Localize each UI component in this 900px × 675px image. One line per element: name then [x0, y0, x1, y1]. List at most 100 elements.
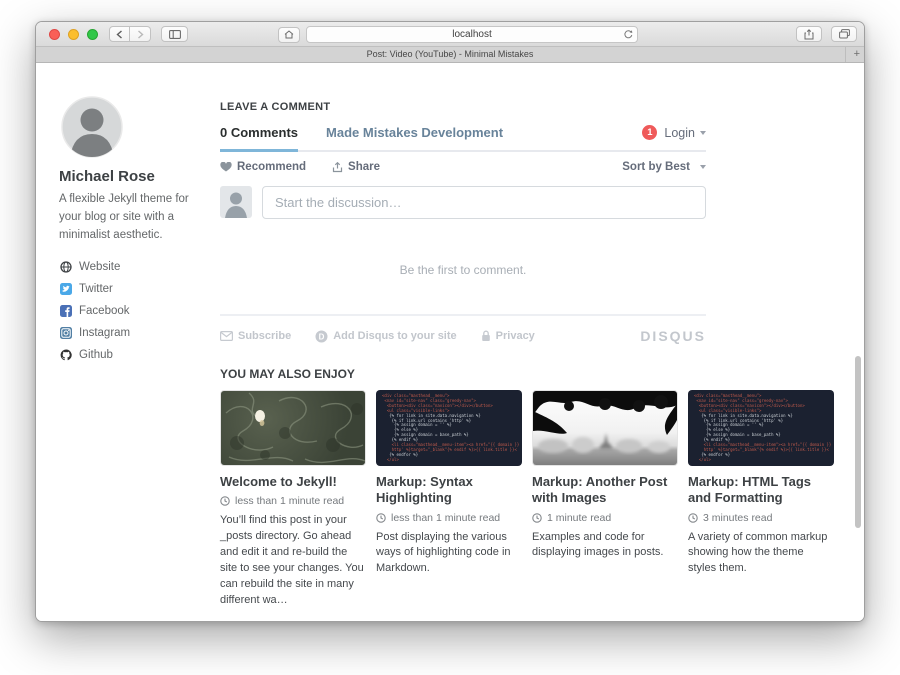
- share-arrow-icon: [332, 162, 343, 173]
- recommend-button[interactable]: Recommend: [220, 161, 306, 173]
- share-button[interactable]: [796, 26, 822, 42]
- chevron-left-icon: [116, 30, 123, 39]
- comments-section: LEAVE A COMMENT 0 Comments Made Mistakes…: [220, 101, 706, 344]
- globe-icon: [59, 260, 72, 273]
- zoom-window-button[interactable]: [87, 29, 98, 40]
- privacy-label: Privacy: [496, 330, 535, 342]
- share-thread-button[interactable]: Share: [332, 161, 380, 173]
- page-scrollbar[interactable]: [855, 356, 861, 528]
- link-label: Instagram: [79, 327, 130, 339]
- sidebar-link-twitter[interactable]: Twitter: [59, 282, 201, 295]
- sidebar-toggle-button[interactable]: [161, 26, 188, 42]
- disqus-footer: Subscribe D Add Disqus to your site Priv…: [220, 314, 706, 344]
- post-excerpt: Post displaying the various ways of high…: [376, 530, 522, 578]
- post-excerpt: You’ll find this post in your _posts dir…: [220, 513, 366, 609]
- lock-icon: [481, 330, 491, 342]
- post-teaser-image: [220, 390, 366, 466]
- recommend-label: Recommend: [237, 161, 306, 173]
- browser-titlebar: localhost: [36, 22, 864, 47]
- share-label: Share: [348, 161, 380, 173]
- link-label: Github: [79, 349, 113, 361]
- reload-button[interactable]: [623, 29, 633, 40]
- active-tab[interactable]: Post: Video (YouTube) - Minimal Mistakes: [367, 49, 534, 59]
- author-avatar: [61, 96, 123, 158]
- clock-icon: [376, 513, 386, 523]
- sort-label: Sort by Best: [622, 161, 690, 173]
- author-profile: Michael Rose A flexible Jekyll theme for…: [59, 96, 201, 370]
- tab-community[interactable]: Made Mistakes Development: [326, 125, 503, 140]
- comment-input[interactable]: [262, 186, 706, 219]
- privacy-button[interactable]: Privacy: [481, 330, 535, 342]
- home-icon: [284, 30, 294, 39]
- facebook-icon: [59, 304, 72, 317]
- back-button[interactable]: [109, 26, 130, 42]
- share-icon: [804, 29, 814, 40]
- chevron-down-icon: [700, 131, 706, 135]
- post-teaser-image-code: <div class="masthead__menu"> <nav id="si…: [688, 390, 834, 466]
- related-posts-section: YOU MAY ALSO ENJOY: [220, 367, 836, 609]
- sort-by-button[interactable]: Sort by Best: [622, 161, 706, 173]
- disqus-d-icon: D: [315, 330, 328, 343]
- sidebar-link-github[interactable]: Github: [59, 348, 201, 361]
- post-teaser-image: [532, 390, 678, 466]
- related-post-card[interactable]: Markup: Another Post with Images 1 minut…: [532, 390, 678, 609]
- disqus-actions: Recommend Share Sort by Best: [220, 161, 706, 173]
- envelope-icon: [220, 331, 233, 341]
- clock-icon: [688, 513, 698, 523]
- notification-badge[interactable]: 1: [642, 125, 657, 140]
- empty-state-message: Be the first to comment.: [220, 263, 706, 277]
- forward-button[interactable]: [130, 26, 151, 42]
- sidebar-link-website[interactable]: Website: [59, 260, 201, 273]
- login-button[interactable]: Login: [664, 126, 695, 140]
- comments-heading: LEAVE A COMMENT: [220, 101, 706, 113]
- tabs-icon: [839, 29, 850, 39]
- disqus-wordmark: DISQUS: [640, 328, 706, 344]
- chevron-down-icon: [700, 165, 706, 169]
- author-links: Website Twitter Facebook: [59, 260, 201, 361]
- window-controls: [49, 29, 98, 40]
- disqus-header: 0 Comments Made Mistakes Development 1 L…: [220, 125, 706, 152]
- green-macro-illustration: [221, 391, 366, 466]
- new-tab-button[interactable]: +: [854, 47, 860, 62]
- post-excerpt: Examples and code for displaying images …: [532, 530, 678, 562]
- read-time: 1 minute read: [547, 512, 611, 524]
- post-title[interactable]: Markup: HTML Tags and Formatting: [688, 474, 834, 507]
- url-text: localhost: [452, 29, 491, 40]
- subscribe-label: Subscribe: [238, 330, 291, 342]
- read-time: 3 minutes read: [703, 512, 772, 524]
- home-button[interactable]: [278, 27, 300, 43]
- link-label: Facebook: [79, 305, 130, 317]
- address-bar[interactable]: localhost: [306, 26, 638, 43]
- post-title[interactable]: Markup: Syntax Highlighting: [376, 474, 522, 507]
- close-window-button[interactable]: [49, 29, 60, 40]
- add-disqus-button[interactable]: D Add Disqus to your site: [315, 330, 456, 343]
- post-title[interactable]: Markup: Another Post with Images: [532, 474, 678, 507]
- author-bio: A flexible Jekyll theme for your blog or…: [59, 191, 201, 244]
- tab-overview-button[interactable]: [831, 26, 857, 42]
- heart-icon: [220, 162, 232, 172]
- subscribe-button[interactable]: Subscribe: [220, 330, 291, 342]
- screenshot-stage: localhost Post: Video (YouTube) - Minima…: [0, 0, 900, 675]
- sidebar-link-instagram[interactable]: Instagram: [59, 326, 201, 339]
- post-teaser-image-code: <div class="masthead__menu"> <nav id="si…: [376, 390, 522, 466]
- browser-window: localhost Post: Video (YouTube) - Minima…: [35, 21, 865, 622]
- tab-bar: Post: Video (YouTube) - Minimal Mistakes…: [36, 47, 864, 63]
- link-label: Twitter: [79, 283, 113, 295]
- svg-text:D: D: [319, 332, 325, 341]
- related-post-card[interactable]: Welcome to Jekyll! less than 1 minute re…: [220, 390, 366, 609]
- comment-composer: [220, 186, 706, 219]
- author-name: Michael Rose: [59, 168, 201, 185]
- minimize-window-button[interactable]: [68, 29, 79, 40]
- read-time: less than 1 minute read: [235, 495, 344, 507]
- tab-comment-count[interactable]: 0 Comments: [220, 125, 298, 140]
- twitter-icon: [59, 282, 72, 295]
- clock-icon: [532, 513, 542, 523]
- related-post-card[interactable]: <div class="masthead__menu"> <nav id="si…: [376, 390, 522, 609]
- foggy-tree-illustration: [533, 391, 678, 466]
- related-heading: YOU MAY ALSO ENJOY: [220, 367, 836, 381]
- sidebar-icon: [169, 30, 181, 39]
- commenter-avatar-placeholder: [220, 186, 252, 218]
- related-post-card[interactable]: <div class="masthead__menu"> <nav id="si…: [688, 390, 834, 609]
- post-title[interactable]: Welcome to Jekyll!: [220, 474, 366, 490]
- sidebar-link-facebook[interactable]: Facebook: [59, 304, 201, 317]
